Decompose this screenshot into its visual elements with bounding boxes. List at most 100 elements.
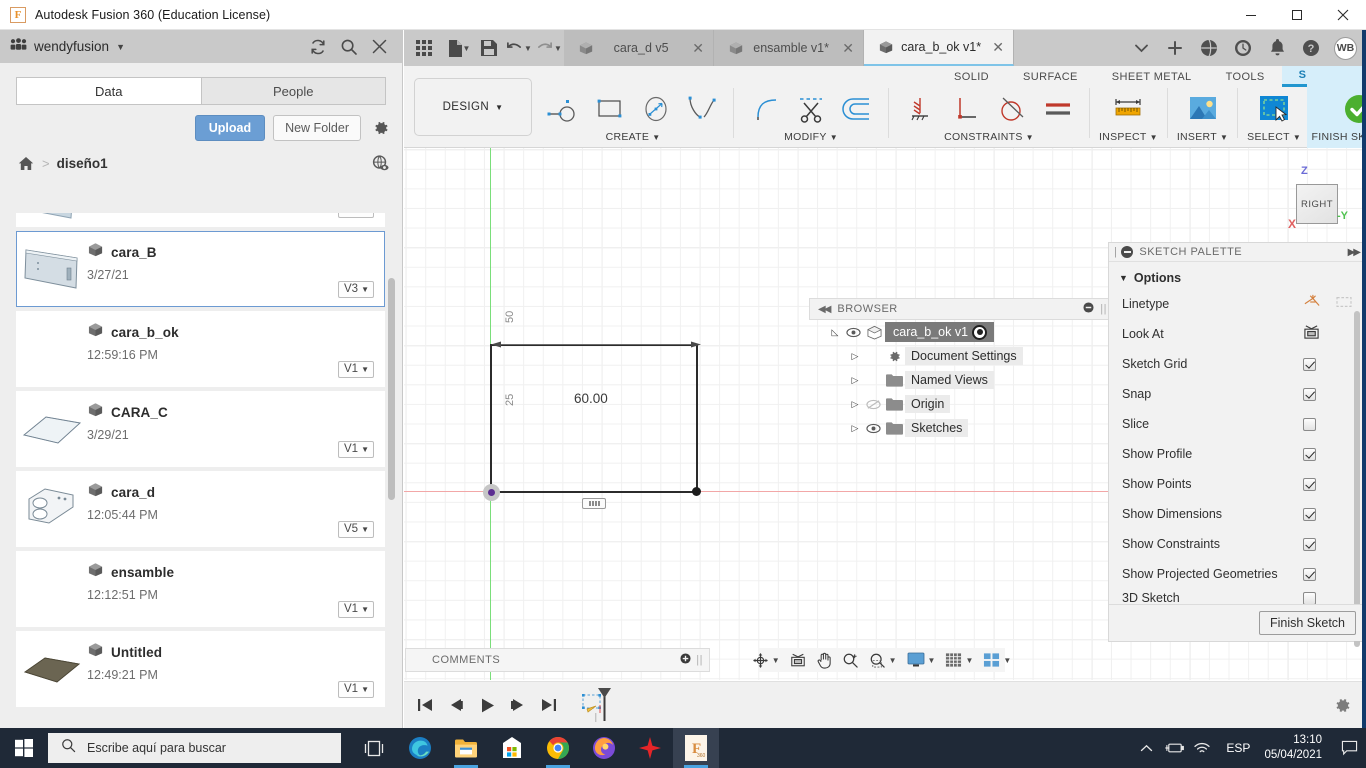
chrome-icon[interactable] <box>535 728 581 768</box>
job-status-clock-icon[interactable] <box>1226 30 1260 66</box>
list-item-untitled[interactable]: Untitled 12:49:21 PM V1 ▼ <box>16 631 385 707</box>
close-button[interactable] <box>1320 0 1366 30</box>
list-item-cara-c[interactable]: CARA_C 3/29/21 V1 ▼ <box>16 391 385 467</box>
new-file-icon[interactable]: ▼ <box>444 30 474 66</box>
version-badge[interactable]: V1 ▼ <box>338 441 374 458</box>
save-icon[interactable] <box>474 30 504 66</box>
visibility-eye-icon[interactable] <box>863 423 883 434</box>
document-tab-cara-b-ok[interactable]: cara_b_ok v1* ✕ <box>864 30 1014 66</box>
grid-snaps-icon[interactable]: ▼ <box>941 648 977 672</box>
drag-grip-icon[interactable]: || <box>696 654 703 666</box>
version-badge[interactable]: V1 ▼ <box>338 361 374 378</box>
finish-sketch-button[interactable]: Finish Sketch <box>1258 611 1356 635</box>
search-input[interactable]: Escribe aquí para buscar <box>48 733 341 763</box>
zoom-window-icon[interactable]: ▼ <box>865 648 901 672</box>
close-icon[interactable]: ✕ <box>688 40 704 57</box>
browser-node-sketches[interactable]: ▷ Sketches <box>827 416 1114 440</box>
list-item-cara-d[interactable]: cara_d 12:05:44 PM V5 ▼ <box>16 471 385 547</box>
close-panel-icon[interactable] <box>371 38 388 55</box>
sketch-line-right[interactable] <box>696 344 698 492</box>
insert-image-icon[interactable] <box>1181 88 1225 130</box>
chevron-down-icon[interactable]: ▼ <box>928 656 936 665</box>
language-indicator[interactable]: ESP <box>1216 741 1260 755</box>
go-to-end-icon[interactable] <box>538 690 560 720</box>
line-icon[interactable] <box>542 88 586 130</box>
zoom-icon[interactable] <box>838 648 863 672</box>
avatar[interactable]: WB <box>1334 36 1357 60</box>
hub-name[interactable]: wendyfusion <box>34 39 109 54</box>
browser-node-origin[interactable]: ▷ Origin <box>827 392 1114 416</box>
tab-sheet-metal[interactable]: SHEET METAL <box>1095 66 1209 87</box>
horizontal-constraint-icon[interactable] <box>582 498 606 509</box>
chevron-down-icon[interactable]: ▼ <box>463 44 471 53</box>
document-tab-ensamble[interactable]: ensamble v1* ✕ <box>714 30 864 66</box>
ribbon-group-label[interactable]: INSERT ▼ <box>1177 131 1228 143</box>
chevron-down-icon[interactable]: ▼ <box>116 42 125 52</box>
workspace-switcher[interactable]: DESIGN ▼ <box>414 78 532 136</box>
centerline-icon[interactable] <box>1335 295 1353 314</box>
chevron-down-icon[interactable]: ▼ <box>772 656 780 665</box>
timeline-settings-gear-icon[interactable] <box>1333 696 1352 715</box>
version-badge[interactable]: V5 ▼ <box>338 521 374 538</box>
undo-icon[interactable]: ▼ <box>504 30 534 66</box>
firefox-icon[interactable] <box>581 728 627 768</box>
show-constraints-checkbox[interactable] <box>1303 537 1316 551</box>
slice-checkbox[interactable] <box>1303 417 1316 431</box>
chevron-up-icon[interactable] <box>1132 728 1160 768</box>
chevron-down-icon[interactable]: ▼ <box>965 656 973 665</box>
tab-overflow-chevron-down-icon[interactable] <box>1124 30 1158 66</box>
expand-triangle-icon[interactable]: ▷ <box>847 351 863 362</box>
document-tab-cara-d[interactable]: cara_d v5 ✕ <box>564 30 714 66</box>
origin-point[interactable] <box>483 484 500 501</box>
list-item[interactable]: 3/27/21 V4▼ <box>16 213 385 227</box>
chevron-down-icon[interactable]: ▼ <box>889 656 897 665</box>
visibility-eye-icon[interactable] <box>843 327 863 338</box>
view-cube[interactable]: Z RIGHT X -Y <box>1275 165 1355 237</box>
battery-icon[interactable] <box>1160 728 1188 768</box>
new-folder-button[interactable]: New Folder <box>273 115 361 141</box>
show-dimensions-checkbox[interactable] <box>1303 507 1316 521</box>
browser-node-named-views[interactable]: ▷ Named Views <box>827 368 1114 392</box>
ribbon-group-label[interactable]: MODIFY ▼ <box>784 131 838 143</box>
look-at-icon[interactable] <box>1303 324 1320 345</box>
maximize-button[interactable] <box>1274 0 1320 30</box>
spline-icon[interactable] <box>680 88 724 130</box>
browser-node-document-settings[interactable]: ▷ Document Settings <box>827 344 1114 368</box>
3d-sketch-checkbox[interactable] <box>1303 591 1316 605</box>
expand-triangle-icon[interactable]: ▷ <box>847 399 863 410</box>
go-to-beginning-icon[interactable] <box>414 690 436 720</box>
comments-panel[interactable]: COMMENTS || <box>405 648 710 672</box>
circle-icon[interactable] <box>634 88 678 130</box>
tab-people[interactable]: People <box>201 77 386 105</box>
refresh-icon[interactable] <box>309 38 327 56</box>
version-badge[interactable]: V4▼ <box>338 213 374 218</box>
double-left-arrow-icon[interactable]: ◀◀ <box>818 304 831 315</box>
sketch-point-right[interactable] <box>692 487 701 496</box>
list-item-cara-b-ok[interactable]: cara_b_ok 12:59:16 PM V1 ▼ <box>16 311 385 387</box>
trim-scissors-icon[interactable] <box>789 88 833 130</box>
sketch-line-bottom[interactable] <box>490 491 698 493</box>
microsoft-store-icon[interactable] <box>489 728 535 768</box>
sketch-line-left[interactable] <box>490 344 492 492</box>
rectangle-icon[interactable] <box>588 88 632 130</box>
list-item-ensamble[interactable]: ensamble 12:12:51 PM V1 ▼ <box>16 551 385 627</box>
browser-node-root[interactable]: ◺ cara_b_ok v1 <box>827 320 1114 344</box>
home-icon[interactable] <box>18 156 34 171</box>
tangent-icon[interactable] <box>990 88 1034 130</box>
drag-grip-icon[interactable]: || <box>1100 303 1107 315</box>
redo-icon[interactable]: ▼ <box>534 30 564 66</box>
search-icon[interactable] <box>340 38 358 56</box>
grid-apps-icon[interactable] <box>404 30 444 66</box>
timeline-sketch-item[interactable] <box>581 688 617 722</box>
data-panel-file-list[interactable]: 3/27/21 V4▼ <box>0 213 403 747</box>
edge-icon[interactable] <box>397 728 443 768</box>
action-center-icon[interactable] <box>1332 728 1366 768</box>
snap-checkbox[interactable] <box>1303 387 1316 401</box>
breadcrumb-folder[interactable]: diseño1 <box>57 156 108 171</box>
tab-surface[interactable]: SURFACE <box>1006 66 1095 87</box>
collapse-dot-icon[interactable] <box>1121 246 1134 258</box>
select-window-icon[interactable] <box>1252 88 1296 130</box>
tab-solid[interactable]: SOLID <box>937 66 1006 87</box>
expand-triangle-icon[interactable]: ◺ <box>827 327 843 338</box>
tab-tools[interactable]: TOOLS <box>1209 66 1282 87</box>
